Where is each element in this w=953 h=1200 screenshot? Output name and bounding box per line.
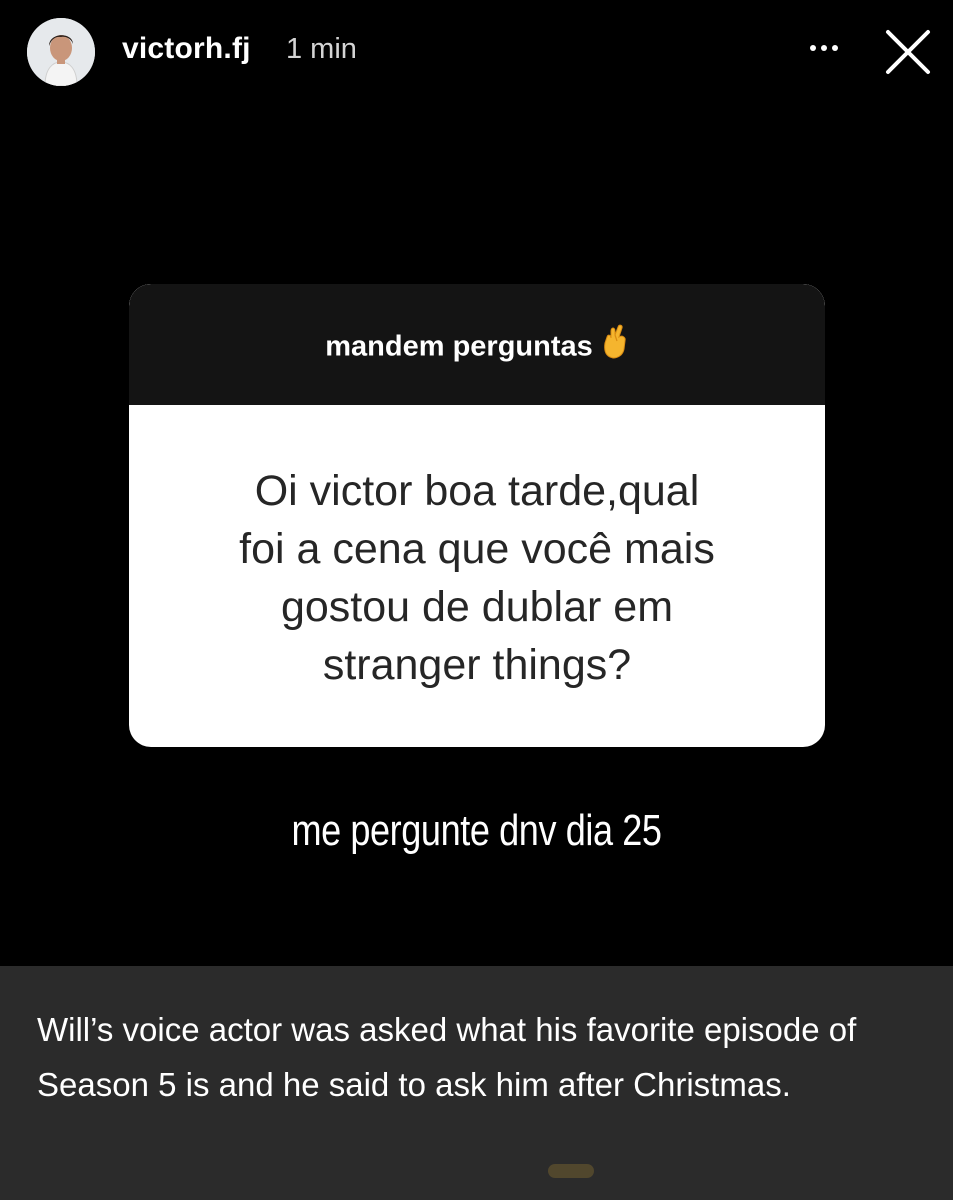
caption-panel: Will’s voice actor was asked what his fa… (0, 966, 953, 1200)
scroll-handle[interactable] (548, 1164, 594, 1178)
story-header: victorh.fj 1 min (0, 0, 953, 110)
profile-avatar[interactable] (27, 18, 95, 86)
instagram-story: victorh.fj 1 min mandem perguntas Oi vic… (0, 0, 953, 966)
caption-text: Will’s voice actor was asked what his fa… (37, 1011, 857, 1103)
question-sticker-header: mandem perguntas (129, 284, 825, 405)
crossed-fingers-emoji-icon (601, 323, 629, 367)
answer-text: me pergunte dnv dia 25 (291, 806, 662, 855)
question-sticker: mandem perguntas Oi victor boa tarde,qua… (129, 284, 825, 747)
question-sticker-title: mandem perguntas (129, 324, 825, 367)
story-username[interactable]: victorh.fj (122, 32, 251, 66)
more-dots-icon[interactable] (802, 22, 846, 72)
close-icon[interactable] (878, 22, 938, 82)
question-sticker-title-text: mandem perguntas (325, 330, 593, 363)
story-timestamp: 1 min (286, 33, 357, 65)
question-text: Oi victor boa tarde,qual foi a cena que v… (239, 467, 715, 689)
